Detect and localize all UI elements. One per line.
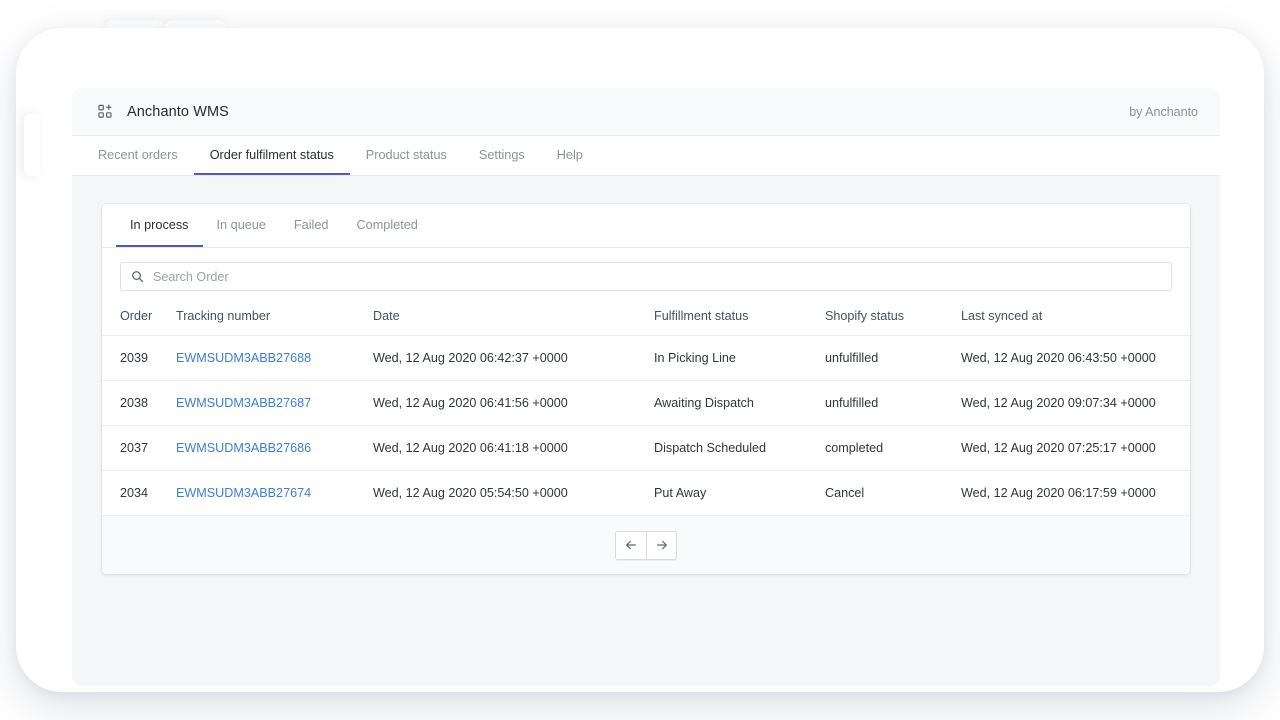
orders-card: In process In queue Failed Completed Sea…: [102, 204, 1190, 574]
cell-tracking: EWMSUDM3ABB27687: [176, 380, 373, 426]
column-header-date: Date: [373, 309, 400, 323]
app-header: Anchanto WMS by Anchanto: [72, 88, 1220, 136]
nav-item-label: Recent orders: [98, 147, 178, 162]
apps-grid-add-icon: [98, 104, 112, 118]
table-row: 2039 EWMSUDM3ABB27688 Wed, 12 Aug 2020 0…: [102, 335, 1190, 381]
tracking-number-link[interactable]: EWMSUDM3ABB27688: [176, 351, 311, 365]
cell-order: 2034: [102, 470, 176, 515]
column-header-tracking-number: Tracking number: [176, 309, 271, 323]
tab-in-queue[interactable]: In queue: [203, 204, 280, 247]
column-header-fulfillment-status: Fulfillment status: [654, 309, 749, 323]
cell-tracking: EWMSUDM3ABB27686: [176, 425, 373, 471]
app-attribution: by Anchanto: [1129, 104, 1198, 119]
tab-failed[interactable]: Failed: [280, 204, 343, 247]
cell-synced: Wed, 12 Aug 2020 06:43:50 +0000: [961, 335, 1190, 381]
previous-page-button[interactable]: [616, 531, 646, 559]
cell-fulfillment: In Picking Line: [654, 335, 825, 381]
tab-label: Failed: [293, 217, 329, 232]
pagination: [615, 530, 677, 560]
cell-tracking: EWMSUDM3ABB27674: [176, 470, 373, 515]
column-header-shopify-status: Shopify status: [825, 309, 905, 323]
tracking-number-link[interactable]: EWMSUDM3ABB27674: [176, 486, 311, 500]
cell-date: Wed, 12 Aug 2020 05:54:50 +0000: [373, 470, 654, 515]
column-header-last-synced-at: Last synced at: [961, 309, 1043, 323]
nav-item-label: Settings: [478, 147, 525, 162]
orders-table-head: Order Tracking number Date Fulfillment s…: [102, 291, 1190, 336]
table-header-row: Order Tracking number Date Fulfillment s…: [102, 291, 1190, 336]
page-body: In process In queue Failed Completed Sea…: [72, 176, 1220, 686]
cell-date: Wed, 12 Aug 2020 06:42:37 +0000: [373, 335, 654, 381]
cell-shopify: Cancel: [825, 470, 961, 515]
cell-tracking: EWMSUDM3ABB27688: [176, 335, 373, 381]
search-box[interactable]: [120, 262, 1172, 291]
next-page-button[interactable]: [646, 531, 676, 559]
arrow-left-icon: [626, 540, 636, 550]
tab-completed[interactable]: Completed: [342, 204, 431, 247]
orders-table: Order Tracking number Date Fulfillment s…: [102, 291, 1190, 515]
pagination-bar: [102, 515, 1190, 574]
device-notch: [24, 114, 40, 176]
cell-synced: Wed, 12 Aug 2020 06:17:59 +0000: [961, 470, 1190, 515]
tab-label: In queue: [216, 217, 266, 232]
nav-item-recent-orders[interactable]: Recent orders: [82, 136, 194, 175]
table-row: 2037 EWMSUDM3ABB27686 Wed, 12 Aug 2020 0…: [102, 425, 1190, 471]
status-tabs: In process In queue Failed Completed: [102, 204, 1190, 248]
app-title: Anchanto WMS: [127, 103, 229, 120]
tab-in-process[interactable]: In process: [116, 204, 203, 247]
table-row: 2038 EWMSUDM3ABB27687 Wed, 12 Aug 2020 0…: [102, 380, 1190, 426]
search-section: [102, 248, 1190, 291]
tab-label: Completed: [356, 217, 418, 232]
nav-item-label: Order fulfilment status: [209, 147, 334, 162]
search-input[interactable]: [153, 269, 1161, 284]
cell-shopify: unfulfilled: [825, 335, 961, 381]
device-frame: Anchanto WMS by Anchanto Recent orders O…: [16, 28, 1264, 692]
nav-item-label: Help: [556, 147, 583, 162]
cell-order: 2038: [102, 380, 176, 426]
nav-item-help[interactable]: Help: [541, 136, 599, 175]
cell-fulfillment: Put Away: [654, 470, 825, 515]
cell-fulfillment: Dispatch Scheduled: [654, 425, 825, 471]
cell-order: 2037: [102, 425, 176, 471]
search-icon: [132, 271, 144, 283]
tab-label: In process: [130, 217, 189, 232]
screenshot-stage: Anchanto WMS by Anchanto Recent orders O…: [0, 0, 1280, 720]
cell-order: 2039: [102, 335, 176, 381]
tracking-number-link[interactable]: EWMSUDM3ABB27686: [176, 441, 311, 455]
tracking-number-link[interactable]: EWMSUDM3ABB27687: [176, 396, 311, 410]
nav-item-label: Product status: [365, 147, 447, 162]
table-row: 2034 EWMSUDM3ABB27674 Wed, 12 Aug 2020 0…: [102, 470, 1190, 515]
device-screen: Anchanto WMS by Anchanto Recent orders O…: [72, 88, 1220, 686]
cell-synced: Wed, 12 Aug 2020 07:25:17 +0000: [961, 425, 1190, 471]
app-brand: Anchanto WMS: [98, 104, 229, 120]
cell-shopify: unfulfilled: [825, 380, 961, 426]
nav-item-product-status[interactable]: Product status: [350, 136, 463, 175]
orders-table-body: 2039 EWMSUDM3ABB27688 Wed, 12 Aug 2020 0…: [102, 335, 1190, 515]
cell-synced: Wed, 12 Aug 2020 09:07:34 +0000: [961, 380, 1190, 426]
cell-shopify: completed: [825, 425, 961, 471]
cell-fulfillment: Awaiting Dispatch: [654, 380, 825, 426]
column-header-order: Order: [120, 309, 153, 323]
nav-item-settings[interactable]: Settings: [463, 136, 541, 175]
arrow-right-icon: [656, 540, 667, 550]
cell-date: Wed, 12 Aug 2020 06:41:56 +0000: [373, 380, 654, 426]
nav-item-order-fulfilment-status[interactable]: Order fulfilment status: [193, 136, 350, 175]
cell-date: Wed, 12 Aug 2020 06:41:18 +0000: [373, 425, 654, 471]
app-nav: Recent orders Order fulfilment status Pr…: [72, 136, 1220, 176]
